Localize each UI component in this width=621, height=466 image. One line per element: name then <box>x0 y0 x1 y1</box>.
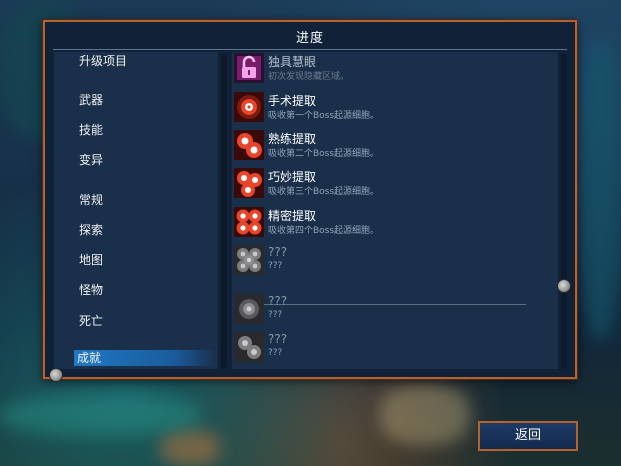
achievement-item[interactable]: 独具慧眼 初次发现隐藏区域。 <box>234 53 554 87</box>
achievement-name: ??? <box>268 294 288 308</box>
boss-cell-1-icon <box>234 92 264 122</box>
achievement-name: ??? <box>268 245 288 259</box>
category-monsters[interactable]: 怪物 <box>79 281 103 298</box>
achievement-item[interactable]: 熟练提取 吸收第二个Boss起源细胞。 <box>234 130 554 164</box>
achievement-list: 独具慧眼 初次发现隐藏区域。 手术提取 吸收第一个Boss起源细胞。 熟练提取 … <box>232 52 558 369</box>
category-upgrades[interactable]: 升级项目 <box>79 52 127 69</box>
achievement-name: 精密提取 <box>268 209 317 223</box>
title-divider <box>53 49 567 50</box>
achievement-scroll-handle[interactable] <box>558 280 570 292</box>
progress-panel: 进度 升级项目 武器 技能 变异 常规 探索 地图 怪物 死亡 成就 独具慧眼 … <box>43 20 577 381</box>
achievement-desc: 吸收第三个Boss起源细胞。 <box>268 187 380 197</box>
category-mutations[interactable]: 变异 <box>79 151 103 168</box>
achievement-name: 熟练提取 <box>268 132 317 146</box>
category-list: 升级项目 武器 技能 变异 常规 探索 地图 怪物 死亡 成就 <box>54 52 218 369</box>
category-skills[interactable]: 技能 <box>79 121 103 138</box>
locked-cells-icon <box>234 245 264 275</box>
achievement-name: 独具慧眼 <box>268 55 317 69</box>
padlock-unlocked-icon <box>234 53 264 83</box>
locked-cell-icon <box>234 332 264 362</box>
achievement-desc: ??? <box>268 348 283 358</box>
background-fire <box>160 430 220 466</box>
achievement-item[interactable]: ??? ??? <box>234 332 554 366</box>
locked-cell-icon <box>234 294 264 324</box>
achievement-item[interactable]: 巧妙提取 吸收第三个Boss起源细胞。 <box>234 168 554 202</box>
back-button[interactable]: 返回 <box>478 421 578 451</box>
achievement-name: ??? <box>268 332 288 346</box>
category-achievements[interactable]: 成就 <box>74 350 217 366</box>
achievement-desc: 初次发现隐藏区域。 <box>268 72 350 82</box>
achievement-desc: ??? <box>268 310 283 320</box>
achievement-desc: 吸收第二个Boss起源细胞。 <box>268 149 380 159</box>
achievement-item[interactable]: ??? ??? <box>234 294 554 328</box>
category-weapons[interactable]: 武器 <box>79 91 103 108</box>
category-scrollbar[interactable] <box>221 54 227 369</box>
background-glow <box>380 385 470 445</box>
achievement-desc: 吸收第四个Boss起源细胞。 <box>268 226 380 236</box>
category-general[interactable]: 常规 <box>79 191 103 208</box>
achievement-item[interactable]: 精密提取 吸收第四个Boss起源细胞。 <box>234 207 554 241</box>
category-exploration[interactable]: 探索 <box>79 221 103 238</box>
category-map[interactable]: 地图 <box>79 251 103 268</box>
achievement-name: 手术提取 <box>268 94 317 108</box>
achievement-scrollbar[interactable] <box>561 54 567 369</box>
background-pillar <box>580 40 621 340</box>
achievement-item[interactable]: ??? ??? <box>234 245 554 279</box>
game-screen: 进度 升级项目 武器 技能 变异 常规 探索 地图 怪物 死亡 成就 独具慧眼 … <box>0 0 621 466</box>
boss-cell-4-icon <box>234 207 264 237</box>
achievement-desc: ??? <box>268 261 283 271</box>
boss-cell-2-icon <box>234 130 264 160</box>
category-scroll-handle[interactable] <box>50 369 62 381</box>
background-water <box>0 395 200 435</box>
achievement-name: 巧妙提取 <box>268 170 317 184</box>
category-deaths[interactable]: 死亡 <box>79 312 103 329</box>
panel-title: 进度 <box>295 31 324 46</box>
achievement-desc: 吸收第一个Boss起源细胞。 <box>268 111 380 121</box>
achievement-item[interactable]: 手术提取 吸收第一个Boss起源细胞。 <box>234 92 554 126</box>
boss-cell-3-icon <box>234 168 264 198</box>
